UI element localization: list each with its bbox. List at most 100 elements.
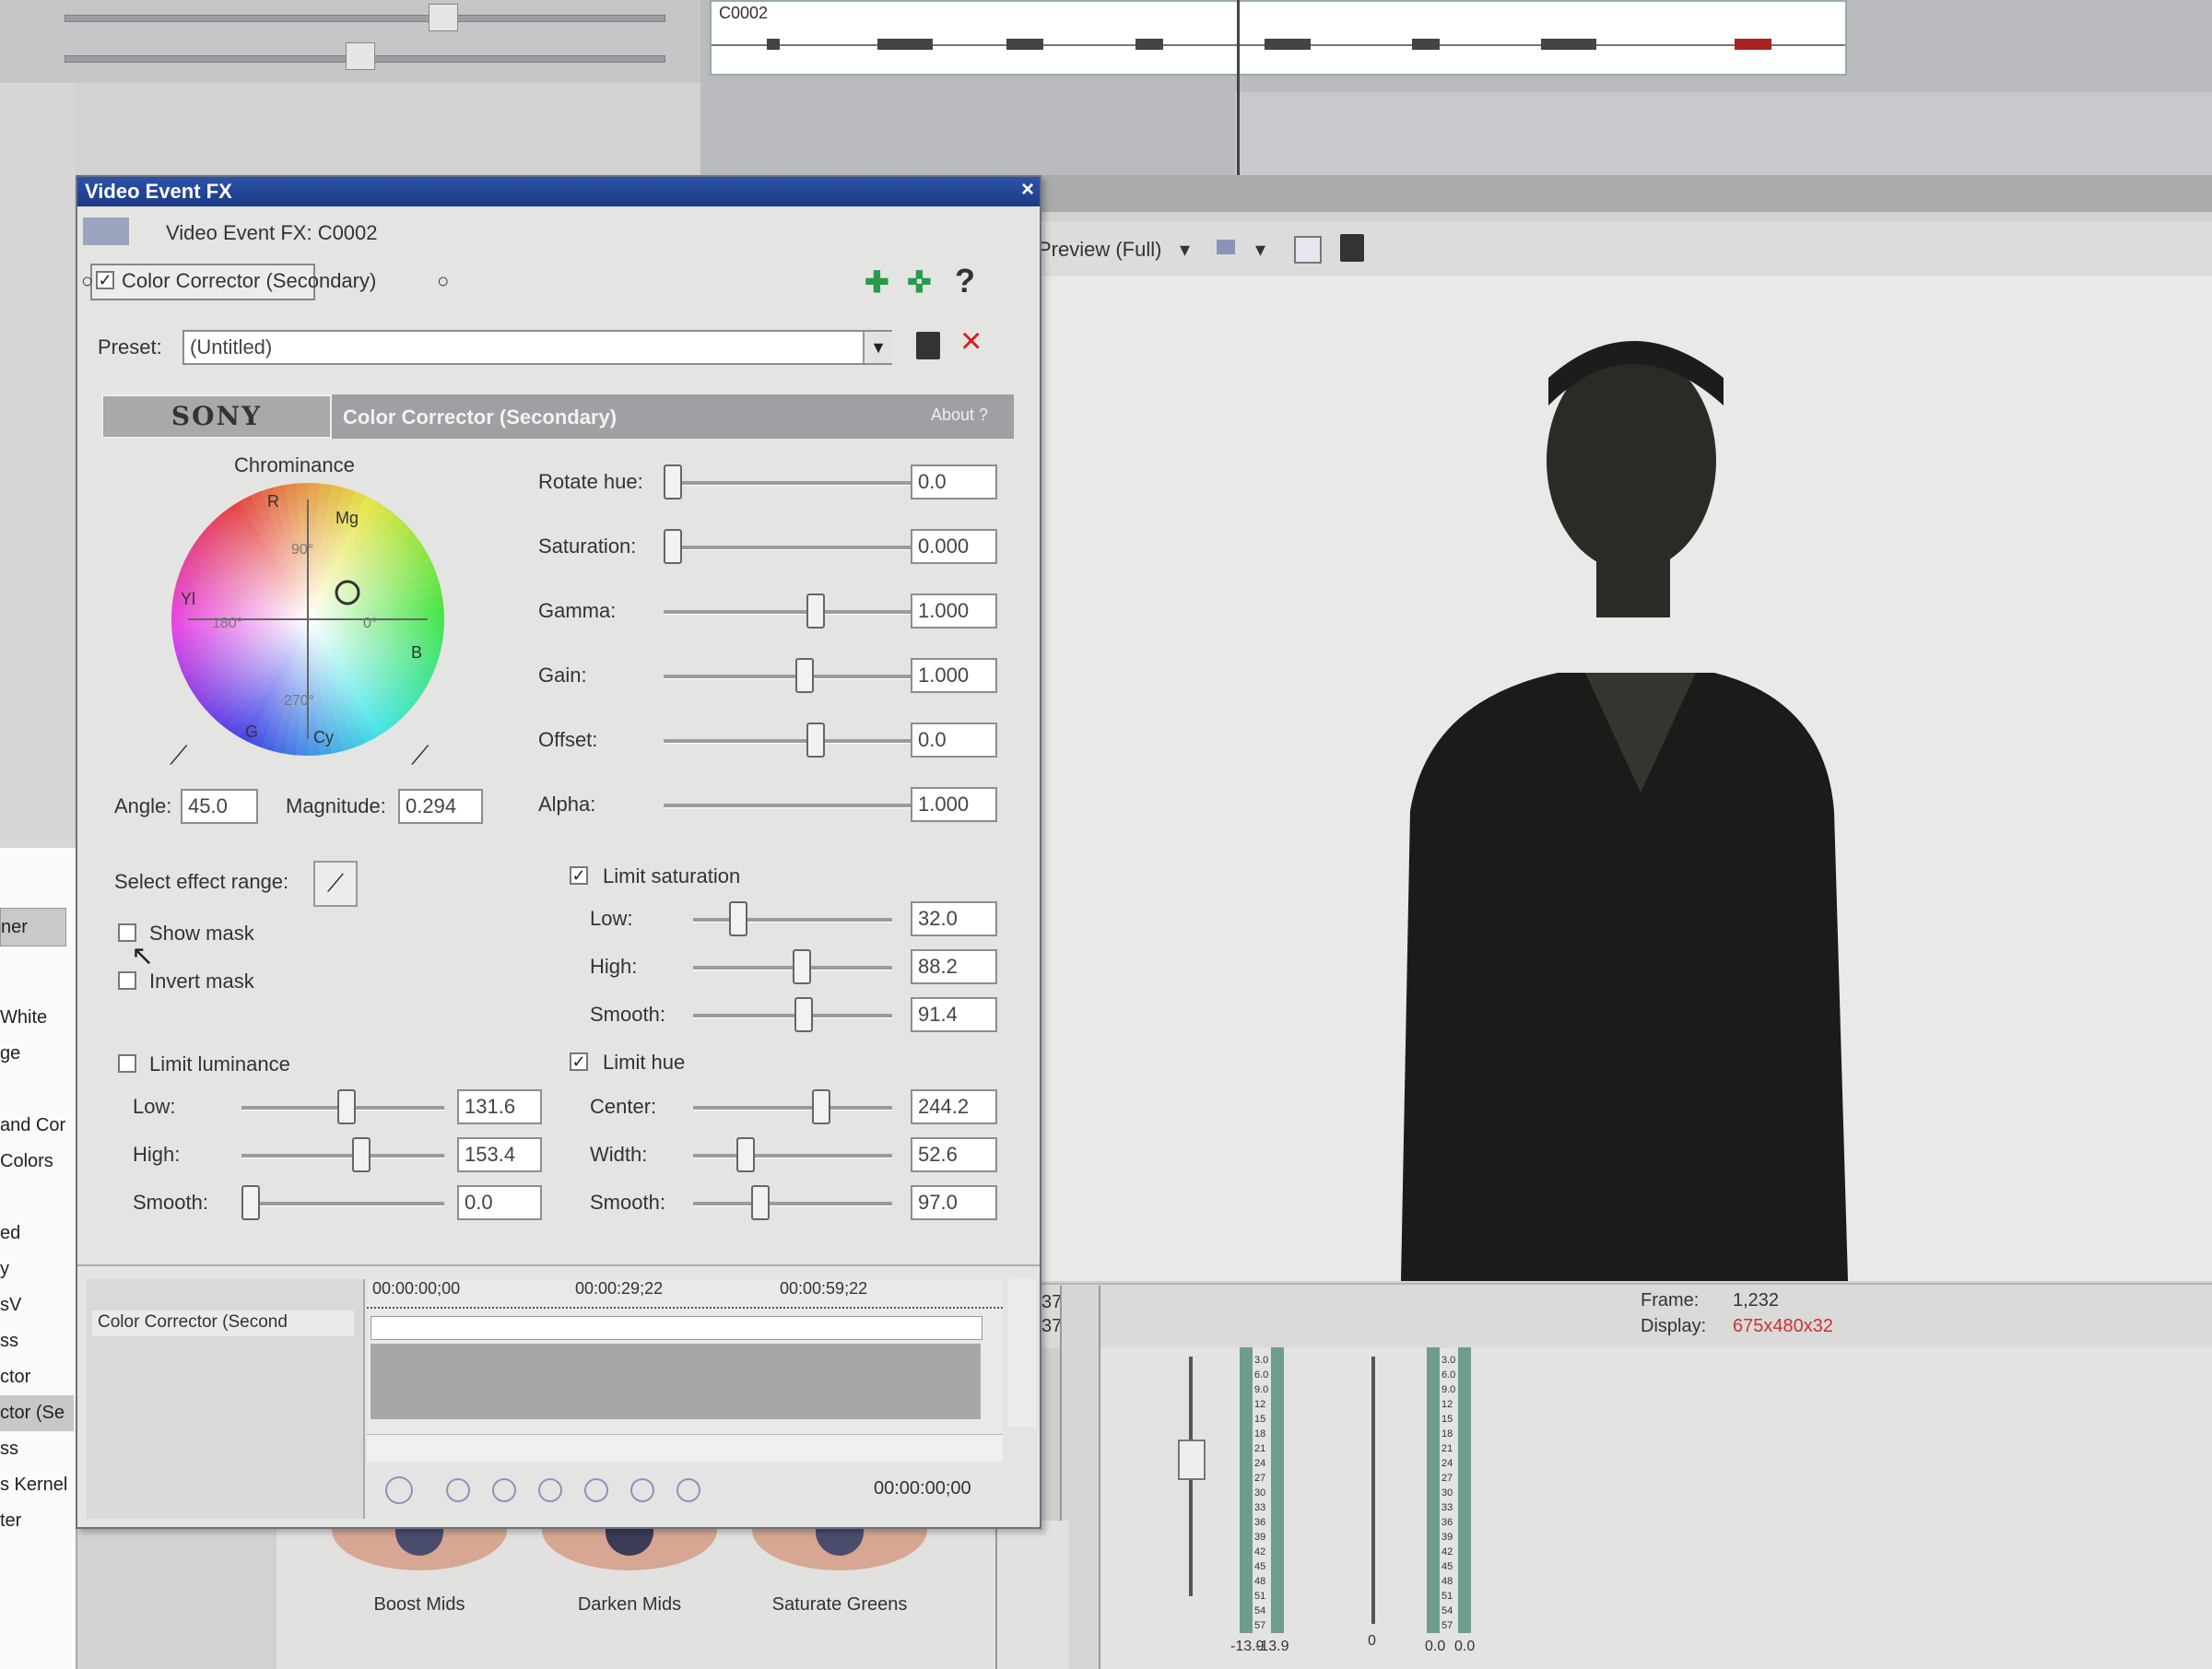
- first-keyframe-icon[interactable]: [446, 1478, 470, 1502]
- volume-fader-thumb[interactable]: [1178, 1440, 1206, 1480]
- slider-thumb[interactable]: [664, 529, 682, 564]
- chevron-down-icon[interactable]: ▾: [1255, 238, 1265, 262]
- limit-hue-checkbox[interactable]: ✓: [570, 1052, 588, 1071]
- slider-track[interactable]: [693, 918, 892, 923]
- slider-track[interactable]: [693, 1014, 892, 1018]
- chevron-down-icon[interactable]: ▼: [863, 332, 892, 363]
- value-input[interactable]: 97.0: [911, 1185, 997, 1220]
- preset-darken-mids[interactable]: Darken Mids: [533, 1489, 726, 1669]
- next-keyframe-icon[interactable]: [630, 1478, 654, 1502]
- last-keyframe-icon[interactable]: [677, 1478, 700, 1502]
- delete-keyframe-icon[interactable]: [584, 1478, 608, 1502]
- value-input[interactable]: 1.000: [911, 658, 997, 693]
- slider-thumb[interactable]: [736, 1137, 755, 1172]
- slider-thumb[interactable]: [794, 997, 813, 1032]
- slider-thumb[interactable]: [352, 1137, 371, 1172]
- list-item[interactable]: sV: [0, 1287, 74, 1323]
- help-icon[interactable]: ?: [955, 262, 975, 300]
- slider-thumb[interactable]: [806, 723, 825, 758]
- slider-thumb[interactable]: [812, 1089, 830, 1124]
- value-input[interactable]: 88.2: [911, 949, 997, 984]
- list-item[interactable]: [0, 1180, 74, 1216]
- chevron-down-icon[interactable]: ▾: [1180, 238, 1190, 262]
- value-input[interactable]: 32.0: [911, 901, 997, 936]
- create-keyframe-icon[interactable]: [538, 1478, 562, 1502]
- sync-cursor-icon[interactable]: [385, 1476, 413, 1504]
- background-slider-thumb[interactable]: [429, 4, 458, 31]
- value-input[interactable]: 91.4: [911, 997, 997, 1032]
- track-row[interactable]: Color Corrector (Second: [92, 1311, 354, 1336]
- save-preset-icon[interactable]: [916, 332, 940, 359]
- slider-track[interactable]: [693, 1106, 892, 1111]
- value-input[interactable]: 1.000: [911, 594, 997, 629]
- panel-tab[interactable]: ner: [0, 908, 66, 946]
- list-item[interactable]: ss: [0, 1323, 74, 1359]
- list-item[interactable]: and Cor: [0, 1108, 74, 1144]
- slider-track[interactable]: [693, 1202, 892, 1206]
- background-slider-thumb[interactable]: [346, 42, 375, 70]
- preset-saturate-greens[interactable]: Saturate Greens: [743, 1489, 936, 1669]
- delete-preset-icon[interactable]: ×: [960, 321, 982, 362]
- magnitude-input[interactable]: 0.294: [398, 789, 483, 824]
- overlays-icon[interactable]: [1217, 240, 1235, 254]
- dialog-titlebar[interactable]: Video Event FX ×: [77, 177, 1040, 206]
- plugin-chooser-icon[interactable]: ✚: [865, 267, 892, 297]
- effect-range-eyedropper-icon[interactable]: ⟋: [313, 861, 358, 907]
- horizontal-scrollbar[interactable]: [367, 1434, 1003, 1461]
- slider-thumb[interactable]: [795, 658, 814, 693]
- slider-thumb[interactable]: [664, 464, 682, 500]
- list-item[interactable]: ter: [0, 1503, 74, 1539]
- slider-thumb[interactable]: [729, 901, 747, 936]
- value-input[interactable]: 153.4: [457, 1137, 542, 1172]
- slider-track[interactable]: [241, 1202, 444, 1206]
- list-item[interactable]: White: [0, 1000, 74, 1036]
- invert-mask-checkbox[interactable]: [118, 971, 136, 990]
- playhead-cursor[interactable]: [1237, 0, 1240, 175]
- list-item[interactable]: Colors: [0, 1144, 74, 1180]
- angle-input[interactable]: 45.0: [181, 789, 258, 824]
- list-item[interactable]: ge: [0, 1036, 74, 1072]
- eyedropper-icon[interactable]: ⟋: [170, 741, 188, 771]
- preview-quality-dropdown[interactable]: Preview (Full): [1038, 238, 1161, 262]
- slider-thumb[interactable]: [806, 594, 825, 629]
- slider-thumb[interactable]: [241, 1185, 260, 1220]
- value-input[interactable]: 131.6: [457, 1089, 542, 1124]
- close-icon[interactable]: ×: [1021, 177, 1034, 203]
- list-item[interactable]: ss: [0, 1431, 74, 1467]
- slider-thumb[interactable]: [337, 1089, 356, 1124]
- value-input[interactable]: 0.0: [911, 723, 997, 758]
- list-item[interactable]: y: [0, 1252, 74, 1287]
- list-item[interactable]: ctor (Se: [0, 1395, 74, 1431]
- about-button[interactable]: About ?: [931, 405, 988, 425]
- video-event[interactable]: C0002: [710, 0, 1847, 76]
- list-item[interactable]: ed: [0, 1216, 74, 1252]
- show-mask-checkbox[interactable]: [118, 923, 136, 942]
- keyframe-timeline[interactable]: 00:00:00;00 00:00:29;22 00:00:59;22: [367, 1279, 1003, 1463]
- color-wheel[interactable]: [170, 481, 446, 758]
- list-item[interactable]: [0, 1072, 74, 1108]
- plugin-enable-checkbox[interactable]: ✓: [96, 271, 114, 289]
- value-input[interactable]: 0.000: [911, 529, 997, 564]
- vertical-scrollbar[interactable]: [1008, 1279, 1036, 1427]
- save-snapshot-icon[interactable]: [1340, 234, 1364, 262]
- remove-plugin-icon[interactable]: ✜: [907, 267, 935, 297]
- slider-track[interactable]: [693, 1154, 892, 1158]
- list-item[interactable]: s Kernel: [0, 1467, 74, 1503]
- slider-track[interactable]: [241, 1154, 444, 1158]
- value-input[interactable]: 0.0: [911, 464, 997, 500]
- plugin-chain-item[interactable]: ✓ Color Corrector (Secondary): [90, 264, 376, 300]
- copy-snapshot-icon[interactable]: [1294, 236, 1322, 264]
- list-item[interactable]: ctor: [0, 1359, 74, 1395]
- preset-dropdown[interactable]: (Untitled): [182, 330, 892, 365]
- fx-chain-icon[interactable]: [83, 217, 129, 245]
- value-input[interactable]: 52.6: [911, 1137, 997, 1172]
- slider-thumb[interactable]: [751, 1185, 770, 1220]
- background-slider-track[interactable]: [65, 15, 665, 22]
- value-input[interactable]: 0.0: [457, 1185, 542, 1220]
- limit-luminance-checkbox[interactable]: [118, 1054, 136, 1073]
- value-input[interactable]: 244.2: [911, 1089, 997, 1124]
- previous-keyframe-icon[interactable]: [492, 1478, 516, 1502]
- limit-saturation-checkbox[interactable]: ✓: [570, 866, 588, 885]
- keyframe-lane[interactable]: [371, 1316, 982, 1340]
- value-input[interactable]: 1.000: [911, 787, 997, 822]
